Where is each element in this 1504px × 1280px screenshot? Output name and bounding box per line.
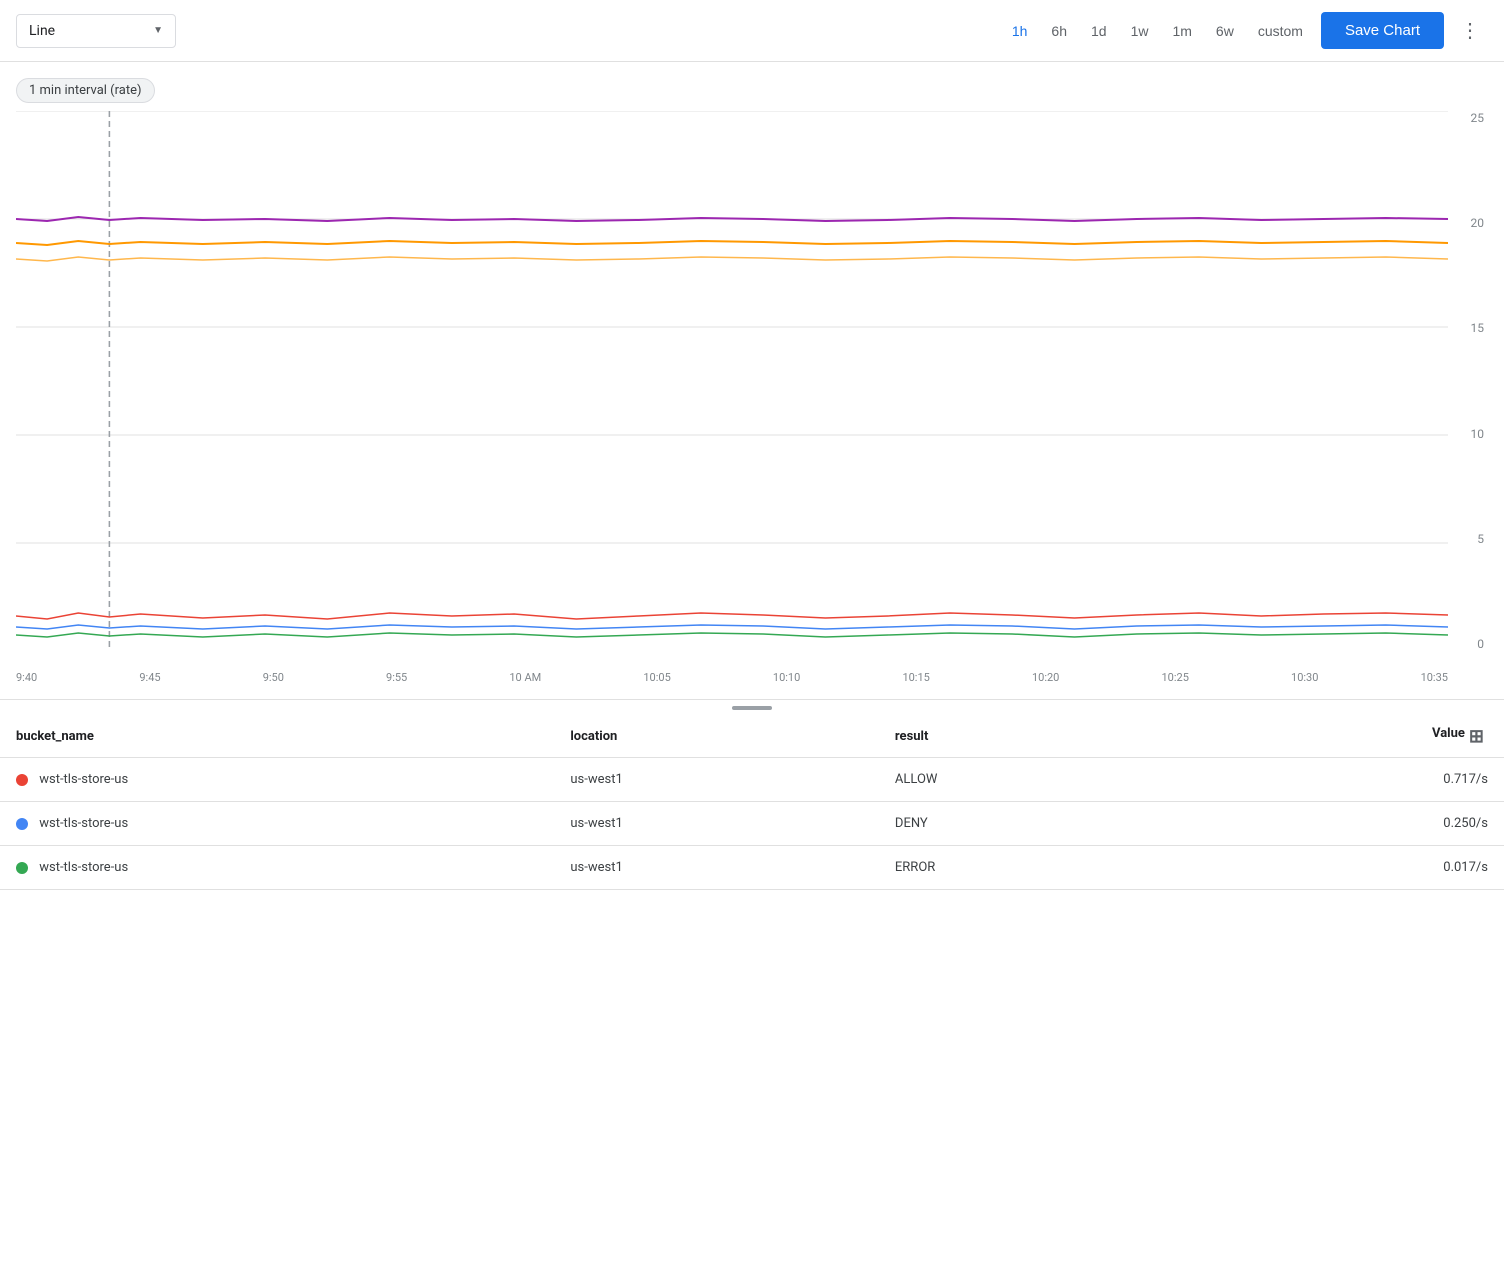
col-header-bucket-name: bucket_name bbox=[0, 716, 554, 758]
x-label-945: 9:45 bbox=[139, 671, 160, 691]
cell-location: us-west1 bbox=[554, 846, 879, 890]
cell-value: 0.717/s bbox=[1166, 758, 1504, 802]
series-name: wst-tls-store-us bbox=[39, 860, 128, 875]
cell-result: DENY bbox=[879, 802, 1166, 846]
y-axis-labels: 0 5 10 15 20 25 bbox=[1448, 111, 1488, 651]
col-header-location: location bbox=[554, 716, 879, 758]
time-btn-1m[interactable]: 1m bbox=[1162, 17, 1201, 45]
x-label-1015: 10:15 bbox=[902, 671, 929, 691]
save-chart-button[interactable]: Save Chart bbox=[1321, 12, 1444, 49]
cell-result: ERROR bbox=[879, 846, 1166, 890]
legend-table: bucket_name location result Value ⊞ wst-… bbox=[0, 716, 1504, 890]
cell-bucket-name: wst-tls-store-us bbox=[0, 846, 554, 890]
col-header-value: Value ⊞ bbox=[1166, 716, 1504, 758]
more-options-button[interactable]: ⋮ bbox=[1452, 12, 1488, 49]
toolbar: Line ▼ 1h6h1d1w1m6wcustom Save Chart ⋮ bbox=[0, 0, 1504, 62]
series-dot bbox=[16, 774, 28, 786]
table-row: wst-tls-store-us us-west1 ERROR 0.017/s bbox=[0, 846, 1504, 890]
y-label-15: 15 bbox=[1452, 321, 1488, 335]
legend-header-row: bucket_name location result Value ⊞ bbox=[0, 716, 1504, 758]
time-btn-custom[interactable]: custom bbox=[1248, 17, 1313, 45]
time-btn-6h[interactable]: 6h bbox=[1041, 17, 1077, 45]
series-dot bbox=[16, 818, 28, 830]
scroll-handle-container bbox=[0, 700, 1504, 716]
cell-location: us-west1 bbox=[554, 758, 879, 802]
time-btn-6w[interactable]: 6w bbox=[1206, 17, 1244, 45]
series-name: wst-tls-store-us bbox=[39, 772, 128, 787]
y-label-5: 5 bbox=[1452, 532, 1488, 546]
columns-icon[interactable]: ⊞ bbox=[1465, 726, 1488, 747]
x-label-10am: 10 AM bbox=[509, 671, 541, 691]
time-btn-1w[interactable]: 1w bbox=[1121, 17, 1159, 45]
x-label-940: 9:40 bbox=[16, 671, 37, 691]
y-label-0: 0 bbox=[1452, 637, 1488, 651]
cell-bucket-name: wst-tls-store-us bbox=[0, 802, 554, 846]
x-label-1030: 10:30 bbox=[1291, 671, 1318, 691]
cell-value: 0.250/s bbox=[1166, 802, 1504, 846]
time-btn-1h[interactable]: 1h bbox=[1002, 17, 1038, 45]
cell-value: 0.017/s bbox=[1166, 846, 1504, 890]
table-row: wst-tls-store-us us-west1 ALLOW 0.717/s bbox=[0, 758, 1504, 802]
x-label-1020: 10:20 bbox=[1032, 671, 1059, 691]
chart-type-label: Line bbox=[29, 23, 145, 39]
x-label-955: 9:55 bbox=[386, 671, 407, 691]
x-label-1025: 10:25 bbox=[1162, 671, 1189, 691]
col-header-result: result bbox=[879, 716, 1166, 758]
y-label-20: 20 bbox=[1452, 216, 1488, 230]
time-range-group: 1h6h1d1w1m6wcustom bbox=[1002, 17, 1313, 45]
x-axis-labels: 9:40 9:45 9:50 9:55 10 AM 10:05 10:10 10… bbox=[16, 671, 1448, 691]
cell-location: us-west1 bbox=[554, 802, 879, 846]
chart-container: 1 min interval (rate) bbox=[0, 62, 1504, 691]
y-label-10: 10 bbox=[1452, 427, 1488, 441]
chart-svg bbox=[16, 111, 1448, 651]
table-row: wst-tls-store-us us-west1 DENY 0.250/s bbox=[0, 802, 1504, 846]
chevron-down-icon: ▼ bbox=[153, 25, 163, 36]
chart-type-dropdown[interactable]: Line ▼ bbox=[16, 14, 176, 48]
scroll-handle[interactable] bbox=[732, 706, 772, 710]
interval-badge: 1 min interval (rate) bbox=[16, 78, 155, 103]
y-label-25: 25 bbox=[1452, 111, 1488, 125]
x-label-950: 9:50 bbox=[263, 671, 284, 691]
series-dot bbox=[16, 862, 28, 874]
cell-result: ALLOW bbox=[879, 758, 1166, 802]
x-label-1005: 10:05 bbox=[643, 671, 670, 691]
time-btn-1d[interactable]: 1d bbox=[1081, 17, 1117, 45]
chart-area: 0 5 10 15 20 25 9:40 9:45 9:50 9:55 10 A… bbox=[16, 111, 1488, 691]
series-name: wst-tls-store-us bbox=[39, 816, 128, 831]
x-label-1035: 10:35 bbox=[1421, 671, 1448, 691]
x-label-1010: 10:10 bbox=[773, 671, 800, 691]
cell-bucket-name: wst-tls-store-us bbox=[0, 758, 554, 802]
